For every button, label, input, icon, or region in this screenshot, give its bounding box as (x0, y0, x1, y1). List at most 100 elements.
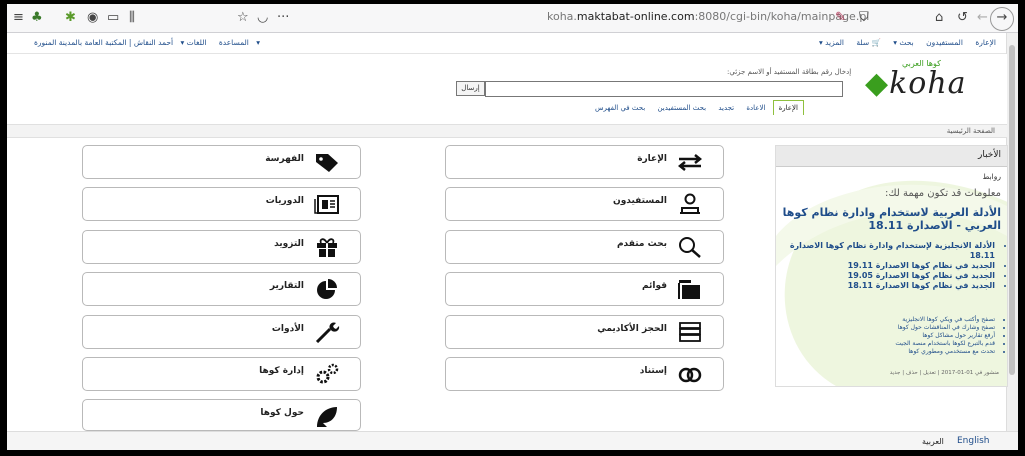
languages-menu[interactable]: اللغات ▾ (180, 38, 206, 47)
cataloging-icon (316, 154, 338, 172)
about-koha-icon (317, 407, 337, 427)
browser-window: ≡ ♣ ✱ ◉ ▭ ⫼ ☆ ◡ ··· koha.maktabat-online… (7, 4, 1018, 450)
nav-circulation[interactable]: الإعارة (975, 38, 996, 47)
tab-renew[interactable]: تجديد (713, 101, 739, 115)
lang-arabic[interactable]: العربية (922, 437, 944, 446)
reports-icon (317, 279, 337, 299)
news-panel: الأخبار روابط معلومات قد تكون مهمة لك: ا… (775, 145, 1008, 387)
nav-cart[interactable]: 🛒 سلة (856, 38, 881, 47)
url-bar[interactable]: koha.maktabat-online.com:8080/cgi-bin/ko… (547, 10, 869, 23)
module-label: الأدوات (271, 324, 304, 334)
module-label: التزويد (274, 239, 304, 249)
forward-icon[interactable]: ← (977, 10, 988, 26)
module-label: قوائم (641, 281, 667, 291)
koha-admin-icon (316, 363, 339, 384)
news-subtitle: معلومات قد تكون مهمة لك: (885, 188, 1001, 199)
lang-english[interactable]: English (957, 436, 990, 446)
koha-logo[interactable]: ◆koha (865, 66, 967, 101)
top-nav-right: الإعارة المستفيدون بحث ▾ 🛒 سلة المزيد ▾ (814, 38, 1001, 47)
module-about-koha[interactable]: حول كوها (82, 399, 361, 431)
nav-search[interactable]: بحث ▾ (893, 38, 913, 47)
tracking-icon[interactable]: ✎ (835, 10, 846, 26)
back-icon[interactable]: → (990, 7, 1014, 31)
news-item[interactable]: الجديد في نظام كوها الاصدارة 19.11 (780, 261, 995, 271)
module-serials[interactable]: الدوريات (82, 187, 361, 221)
breadcrumb: الصفحة الرئيسية (7, 124, 1007, 138)
nav-patrons[interactable]: المستفيدون (926, 38, 963, 47)
module-label: حول كوها (260, 408, 304, 418)
news-item[interactable]: الجديد في نظام كوها الاصدارة 19.05 (780, 271, 995, 281)
star-icon[interactable]: ☆ (237, 10, 249, 26)
reader-icon[interactable]: ▭ (107, 10, 119, 26)
module-label: الفهرسة (265, 154, 304, 164)
patrons-icon (680, 193, 700, 214)
tree-icon[interactable]: ♣ (31, 10, 43, 26)
module-course-reserves[interactable]: الحجز الأكاديمي (445, 315, 724, 349)
send-button[interactable]: إرسال (456, 81, 485, 96)
authorities-icon (678, 367, 702, 383)
tab-search-patrons[interactable]: بحث المستفيدين (652, 101, 711, 115)
patron-search-input[interactable] (485, 81, 843, 97)
serials-icon (314, 195, 339, 214)
more-icon[interactable]: ··· (277, 10, 289, 26)
url-domain: maktabat-online.com (576, 10, 695, 23)
module-label: الدوريات (265, 196, 304, 206)
news-small-list: تصفح وأكتب في ويكي كوها الانجليزية تصفح … (780, 316, 1005, 356)
news-posted: منشور في 01-01-2017 | تعديل | حذف | جديد (889, 370, 999, 376)
news-small-item[interactable]: أرفع تقارير حول مشاكل كوها (780, 332, 995, 340)
tab-search-catalog[interactable]: بحث في الفهرس (590, 101, 650, 115)
module-acquisitions[interactable]: التزويد (82, 230, 361, 264)
nav-more[interactable]: المزيد ▾ (819, 38, 844, 47)
library-icon[interactable]: ⫼ (129, 10, 135, 26)
logo-text: koha (889, 66, 967, 101)
module-circulation[interactable]: الإعارة (445, 145, 724, 179)
news-small-item[interactable]: تصفح وأكتب في ويكي كوها الانجليزية (780, 316, 995, 324)
module-tools[interactable]: الأدوات (82, 315, 361, 349)
module-label: إدارة كوها (259, 366, 304, 376)
tab-checkout[interactable]: الإعارة (772, 100, 804, 115)
breadcrumb-home[interactable]: الصفحة الرئيسية (947, 127, 995, 135)
plugin-icon[interactable]: ✱ (65, 10, 76, 26)
module-advanced-search[interactable]: بحث متقدم (445, 230, 724, 264)
search-label: إدخال رقم بطاقة المستفيد أو الاسم جزئي: (727, 68, 852, 76)
news-small-item[interactable]: تحدث مع مستخدمي ومطوري كوها (780, 348, 995, 356)
tab-checkin[interactable]: الاعادة (741, 101, 770, 115)
news-item[interactable]: الجديد في نظام كوها الاصدارة 18.11 (780, 281, 995, 291)
news-small-item[interactable]: تصفح وشارك في المناقشات حول كوها (780, 324, 995, 332)
pocket-icon[interactable]: ◡ (257, 10, 268, 26)
news-item[interactable]: الأدلة الانجليزية لإستخدام وادارة نظام ك… (780, 241, 995, 261)
koha-header: كوها العربي ◆koha إدخال رقم بطاقة المستف… (7, 54, 1007, 124)
module-lists[interactable]: قوائم (445, 272, 724, 306)
module-koha-admin[interactable]: إدارة كوها (82, 357, 361, 391)
news-title: الأخبار (977, 150, 1001, 160)
module-label: إستناد (639, 366, 667, 376)
home-icon[interactable]: ⌂ (935, 10, 943, 26)
acquisitions-icon (317, 238, 337, 257)
news-list: الأدلة الانجليزية لإستخدام وادارة نظام ك… (780, 241, 1005, 291)
module-label: بحث متقدم (616, 239, 667, 249)
news-header: الأخبار (776, 146, 1007, 167)
language-footer: English العربية (7, 431, 1018, 450)
advanced-search-icon (679, 237, 701, 258)
module-label: الإعارة (637, 154, 667, 164)
koha-top-nav: المساعدة اللغات ▾ أحمد النقاش | المكتبة … (7, 33, 1007, 54)
eye-icon[interactable]: ◉ (87, 10, 98, 26)
shield-icon[interactable]: ⛉ (859, 10, 869, 26)
module-label: الحجز الأكاديمي (597, 324, 667, 334)
module-patrons[interactable]: المستفيدون (445, 187, 724, 221)
module-authorities[interactable]: إستناد (445, 357, 724, 391)
news-small-item[interactable]: قدم بالتبرع لكوها باستخدام منصة الجيت (780, 340, 995, 348)
menu-icon[interactable]: ≡ (13, 10, 24, 26)
module-reports[interactable]: التقارير (82, 272, 361, 306)
search-tabs: الإعارة الاعادة تجديد بحث المستفيدين بحث… (590, 100, 804, 118)
reload-icon[interactable]: ↺ (957, 10, 968, 26)
module-cataloging[interactable]: الفهرسة (82, 145, 361, 179)
module-label: المستفيدون (613, 196, 667, 206)
help-link[interactable]: المساعدة (219, 38, 249, 47)
module-label: التقارير (269, 281, 304, 291)
scrollbar-thumb[interactable] (1009, 45, 1015, 375)
course-reserves-icon (679, 322, 701, 342)
news-links-label: روابط (982, 172, 1001, 181)
news-main-link[interactable]: الأدلة العربية لاستخدام وادارة نظام كوها… (781, 206, 1001, 232)
circulation-icon (677, 154, 703, 171)
